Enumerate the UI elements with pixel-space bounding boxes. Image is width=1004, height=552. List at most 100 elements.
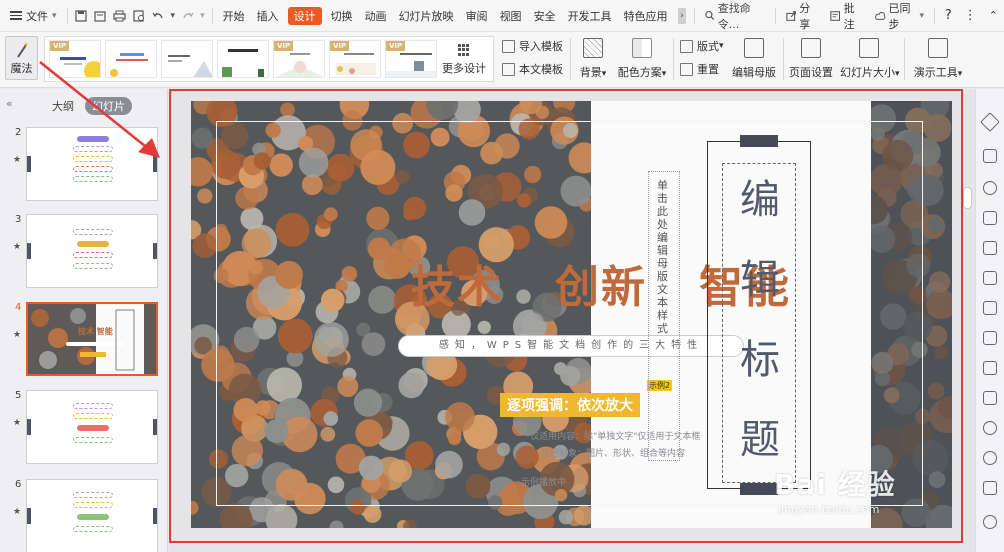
magic-button[interactable]: 魔法 bbox=[5, 36, 38, 80]
preview-icon[interactable] bbox=[129, 0, 148, 32]
emphasis-label[interactable]: 逐项强调：依次放大 bbox=[500, 393, 640, 417]
reset-icon bbox=[680, 62, 693, 76]
more-design-label: 更多设计 bbox=[442, 62, 486, 75]
picture-icon[interactable] bbox=[983, 271, 997, 285]
separator bbox=[211, 7, 213, 24]
slide-thumbnail-item-current[interactable]: 4 ★ 技术 智能 bbox=[0, 302, 168, 382]
chevron-down-icon: ▾ bbox=[919, 10, 924, 21]
redo-dropdown-icon[interactable]: ▾ bbox=[197, 0, 207, 32]
slide-thumbnail bbox=[26, 479, 158, 552]
tab-slides[interactable]: 幻灯片 bbox=[85, 97, 132, 115]
animation-star-icon: ★ bbox=[13, 507, 22, 517]
thumbnail-graphic bbox=[73, 263, 113, 269]
template-thumbnail[interactable] bbox=[105, 40, 157, 78]
export-icon[interactable] bbox=[91, 0, 110, 32]
chevron-right-icon[interactable]: › bbox=[677, 7, 687, 24]
edit-master-label: 编辑母版 bbox=[732, 66, 776, 79]
tab-review[interactable]: 审阅 bbox=[460, 0, 494, 32]
tab-insert[interactable]: 插入 bbox=[251, 0, 285, 32]
comment-button[interactable]: 批注 bbox=[824, 0, 868, 32]
template-thumbnail[interactable] bbox=[217, 40, 269, 78]
slide-number: 4 bbox=[15, 302, 22, 313]
tree-canopy bbox=[280, 102, 295, 118]
chevron-down-icon: ▾ bbox=[601, 69, 607, 79]
template-thumbnail[interactable]: VIP bbox=[385, 40, 437, 78]
background-button[interactable]: 背景▾ bbox=[576, 36, 610, 80]
separator bbox=[904, 38, 905, 80]
this-template-button[interactable]: 本文模板 bbox=[502, 59, 563, 79]
shapes-icon[interactable] bbox=[983, 181, 997, 195]
vertical-scrollbar-thumb[interactable] bbox=[963, 187, 972, 209]
grid-view-icon[interactable] bbox=[983, 391, 997, 405]
this-template-label: 本文模板 bbox=[519, 63, 563, 76]
export-icon[interactable] bbox=[983, 301, 997, 315]
import-template-button[interactable]: 导入模板 bbox=[502, 36, 563, 56]
copy-icon[interactable] bbox=[983, 149, 997, 163]
tab-animations[interactable]: 动画 bbox=[359, 0, 393, 32]
color-scheme-icon bbox=[632, 38, 652, 58]
reset-button[interactable]: 重置 bbox=[680, 59, 724, 79]
history-icon[interactable] bbox=[983, 451, 997, 465]
presentation-tools-icon bbox=[928, 38, 948, 58]
adjust-icon[interactable] bbox=[983, 241, 997, 255]
slide-size-button[interactable]: 幻灯片大小▾ bbox=[840, 36, 900, 80]
share-icon bbox=[786, 10, 796, 21]
template-thumbnail[interactable]: VIP bbox=[49, 40, 101, 78]
template-thumbnail[interactable]: VIP bbox=[273, 40, 325, 78]
separator bbox=[673, 38, 674, 80]
undo-dropdown-icon[interactable]: ▾ bbox=[168, 0, 178, 32]
template-thumbnail[interactable]: VIP bbox=[329, 40, 381, 78]
layout-button[interactable]: 版式 ▾ bbox=[680, 36, 724, 56]
comment-label: 批注 bbox=[843, 1, 855, 31]
tab-home[interactable]: 开始 bbox=[217, 0, 251, 32]
settings-icon[interactable] bbox=[983, 515, 997, 529]
layout-label: 版式 bbox=[697, 40, 719, 53]
search-icon bbox=[705, 11, 715, 20]
presentation-tools-button[interactable]: 演示工具▾ bbox=[912, 36, 964, 80]
save-icon[interactable] bbox=[71, 0, 90, 32]
tab-view[interactable]: 视图 bbox=[494, 0, 528, 32]
share-button[interactable]: 分享 bbox=[780, 0, 824, 32]
undo-icon[interactable] bbox=[148, 0, 167, 32]
fill-icon[interactable] bbox=[983, 211, 997, 225]
collapse-ribbon-icon[interactable]: ⌃ bbox=[983, 0, 1004, 32]
tab-outline[interactable]: 大纲 bbox=[52, 98, 74, 114]
slide-thumbnail-item[interactable]: 5 ★ bbox=[0, 390, 168, 470]
target-icon[interactable] bbox=[983, 421, 997, 435]
edit-master-button[interactable]: 编辑母版 bbox=[731, 36, 777, 80]
redo-icon[interactable] bbox=[178, 0, 197, 32]
slide-thumbnail-item[interactable]: 2 ★ bbox=[0, 127, 168, 207]
slide-thumbnail-item[interactable]: 6 ★ bbox=[0, 479, 168, 552]
thumbnail-graphic bbox=[27, 419, 31, 435]
tab-developer[interactable]: 开发工具 bbox=[562, 0, 618, 32]
separator bbox=[933, 7, 935, 24]
help-icon[interactable] bbox=[983, 481, 997, 495]
collapse-panel-icon[interactable]: « bbox=[6, 97, 13, 110]
thumbnail-graphic bbox=[73, 413, 113, 419]
star-icon[interactable] bbox=[980, 112, 1000, 132]
print-icon[interactable] bbox=[110, 0, 129, 32]
background-label: 背景 bbox=[579, 66, 602, 79]
tab-special-apps[interactable]: 特色应用 bbox=[618, 0, 674, 32]
slide-icon[interactable] bbox=[983, 331, 997, 345]
slide-thumbnail-item[interactable]: 3 ★ bbox=[0, 214, 168, 294]
subtitle-pill[interactable]: 感知，WPS智能文档创作的三大特性 bbox=[398, 335, 744, 357]
template-preview-image bbox=[110, 53, 148, 77]
tab-design[interactable]: 设计 bbox=[287, 6, 322, 25]
sync-button[interactable]: 已同步 ▾ bbox=[869, 0, 930, 32]
tab-security[interactable]: 安全 bbox=[528, 0, 562, 32]
tab-transitions[interactable]: 切换 bbox=[325, 0, 359, 32]
help-button[interactable]: ? bbox=[939, 0, 958, 32]
file-menu[interactable]: 文件 ▾ bbox=[0, 0, 63, 32]
command-search[interactable]: 查找命令... bbox=[699, 0, 771, 32]
separator bbox=[783, 38, 784, 80]
more-options-icon[interactable]: ⋮ bbox=[958, 0, 983, 32]
title-character: 标 bbox=[740, 337, 780, 383]
tab-slideshow[interactable]: 幻灯片放映 bbox=[393, 0, 460, 32]
presentation-icon[interactable] bbox=[983, 361, 997, 375]
template-thumbnail[interactable] bbox=[161, 40, 213, 78]
more-design-button[interactable]: 更多设计 bbox=[439, 39, 489, 79]
slide-thumbnail: 技术 智能 bbox=[26, 302, 158, 376]
color-scheme-button[interactable]: 配色方案▾ bbox=[614, 36, 670, 80]
page-setup-button[interactable]: 页面设置 bbox=[788, 36, 834, 80]
